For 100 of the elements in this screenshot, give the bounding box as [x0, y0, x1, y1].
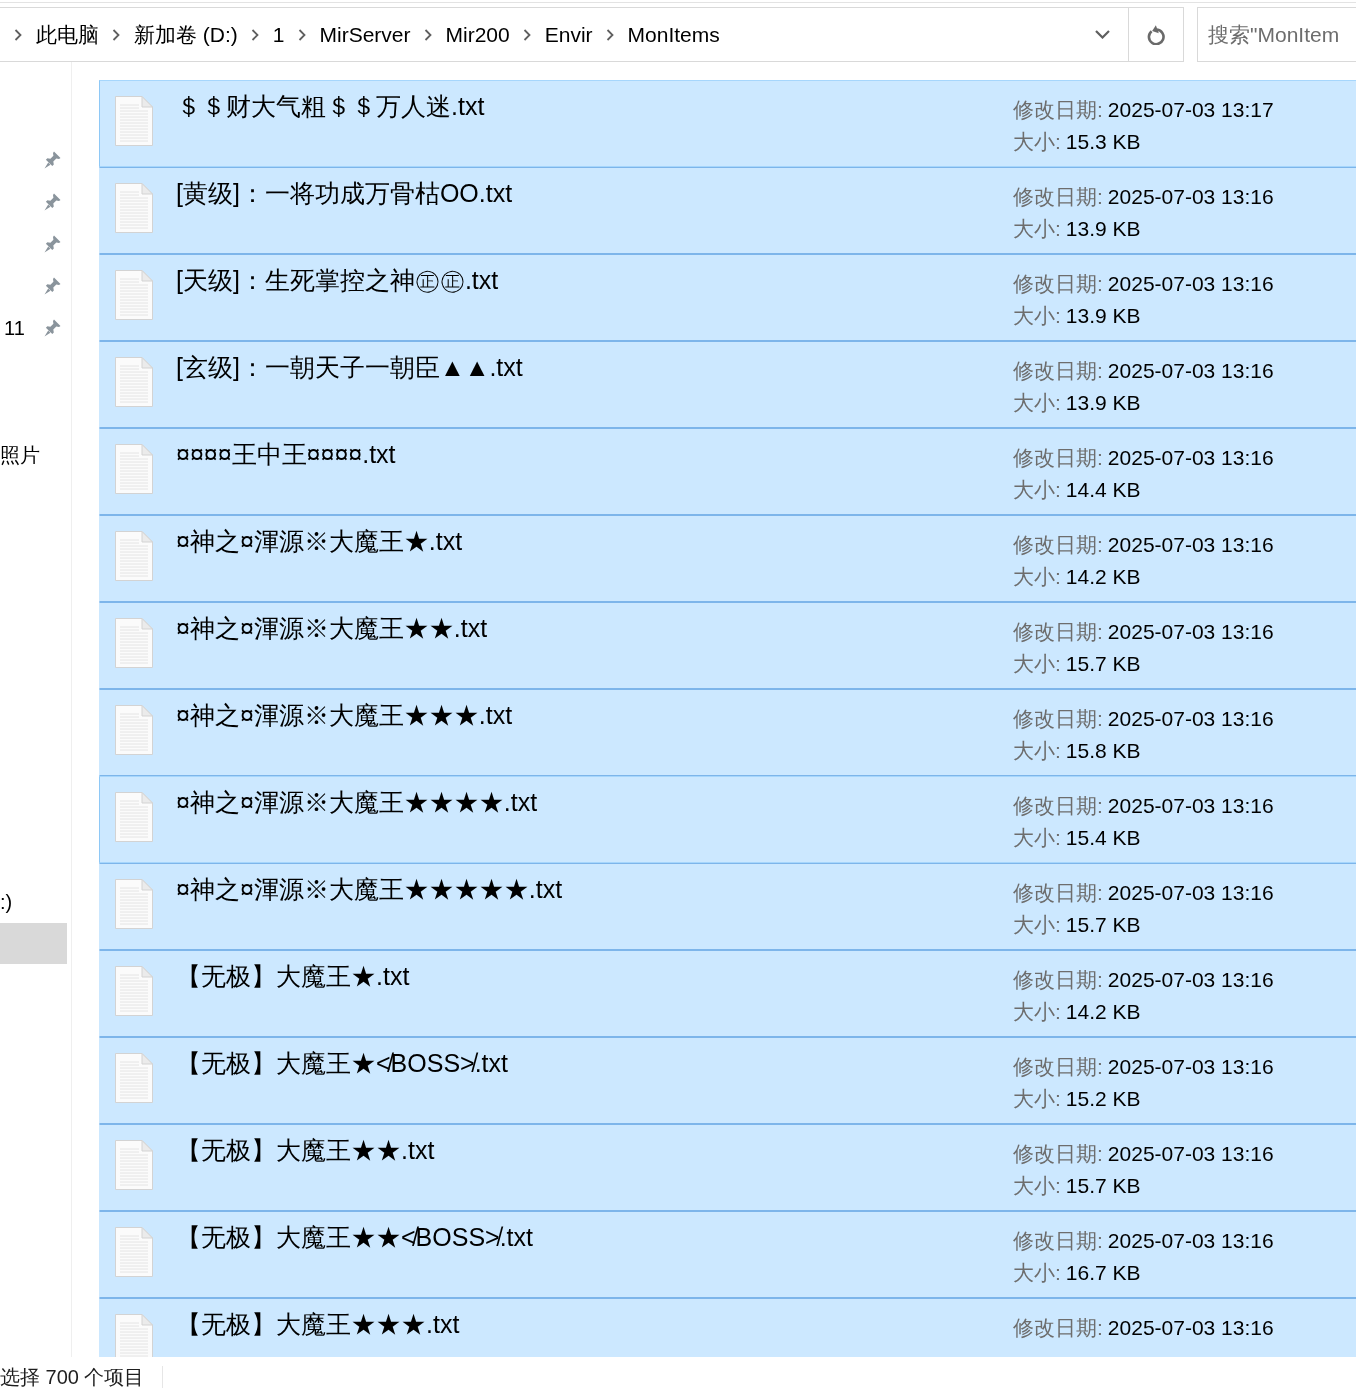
document-icon [115, 966, 153, 1016]
size-label: 大小: [1013, 304, 1061, 327]
file-size: 16.7 KB [1065, 1261, 1141, 1284]
breadcrumb[interactable]: 1 [272, 20, 285, 49]
file-name: 【无极】大魔王★★★.txt [176, 1310, 460, 1338]
chevron-right-icon[interactable] [297, 28, 306, 41]
size-label: 大小: [1013, 652, 1061, 675]
pin-icon[interactable] [44, 319, 61, 337]
modified-date: 2025-07-03 13:16 [1107, 359, 1274, 382]
size-label: 大小: [1013, 1000, 1061, 1023]
file-size: 14.2 KB [1065, 1000, 1141, 1023]
file-item[interactable]: [黄级]：一将功成万骨枯OO.txt 修改日期: 2025-07-03 13:16 大小: 13.9 KB [99, 167, 1356, 254]
modified-label: 修改日期: [1013, 1055, 1103, 1078]
modified-date: 2025-07-03 13:16 [1107, 794, 1274, 817]
modified-label: 修改日期: [1013, 794, 1103, 817]
size-label: 大小: [1013, 1087, 1061, 1110]
file-item[interactable]: 【无极】大魔王★★≮BOSS≯.txt 修改日期: 2025-07-03 13:16 大小: 16.7 KB [99, 1211, 1356, 1298]
document-icon [115, 1140, 153, 1190]
breadcrumb[interactable]: Envir [544, 20, 593, 49]
file-item[interactable]: 【无极】大魔王★.txt 修改日期: 2025-07-03 13:16 大小: 14.2 KB [99, 950, 1356, 1037]
file-item[interactable]: ＄＄财大气粗＄＄万人迷.txt 修改日期: 2025-07-03 13:17 大小: 15.3 KB [99, 80, 1356, 167]
modified-label: 修改日期: [1013, 533, 1103, 556]
size-label: 大小: [1013, 1261, 1061, 1284]
chevron-down-icon[interactable] [1095, 30, 1110, 39]
modified-label: 修改日期: [1013, 185, 1103, 208]
file-name: ¤神之¤渾源※大魔王★★.txt [176, 614, 488, 642]
file-name: ¤神之¤渾源※大魔王★★★★.txt [176, 788, 538, 816]
document-icon [115, 1227, 153, 1277]
modified-date: 2025-07-03 13:16 [1107, 881, 1274, 904]
file-size: 15.4 KB [1065, 826, 1141, 849]
chevron-right-icon[interactable] [423, 28, 432, 41]
size-label: 大小: [1013, 565, 1061, 588]
chevron-right-icon[interactable] [605, 28, 614, 41]
file-size: 15.3 KB [1065, 130, 1141, 153]
chevron-right-icon[interactable] [522, 28, 531, 41]
file-size: 15.8 KB [1065, 739, 1141, 762]
file-name: [天级]：生死掌控之神㊣㊣.txt [176, 266, 499, 294]
file-item[interactable]: [天级]：生死掌控之神㊣㊣.txt 修改日期: 2025-07-03 13:16 大小: 13.9 KB [99, 254, 1356, 341]
refresh-button[interactable] [1129, 7, 1184, 62]
modified-label: 修改日期: [1013, 446, 1103, 469]
size-label: 大小: [1013, 913, 1061, 936]
document-icon [115, 357, 153, 407]
chevron-right-icon[interactable] [250, 28, 259, 41]
modified-label: 修改日期: [1013, 707, 1103, 730]
pin-icon[interactable] [44, 151, 61, 169]
file-item[interactable]: ¤神之¤渾源※大魔王★★★.txt 修改日期: 2025-07-03 13:16 大小: 15.8 KB [99, 689, 1356, 776]
pin-icon[interactable] [44, 193, 61, 211]
file-item[interactable]: ¤神之¤渾源※大魔王★.txt 修改日期: 2025-07-03 13:16 大小: 14.2 KB [99, 515, 1356, 602]
breadcrumb[interactable]: 新加卷 (D:) [134, 20, 238, 49]
document-icon [115, 444, 153, 494]
file-item[interactable]: ¤神之¤渾源※大魔王★★★★.txt 修改日期: 2025-07-03 13:16 大小: 15.4 KB [99, 776, 1356, 863]
document-icon [115, 270, 153, 320]
document-icon [115, 96, 153, 146]
modified-date: 2025-07-03 13:16 [1107, 185, 1274, 208]
chevron-right-icon[interactable] [14, 28, 22, 41]
file-name: ¤神之¤渾源※大魔王★★★.txt [176, 701, 513, 729]
search-field[interactable]: 搜索"MonItem [1197, 7, 1356, 62]
document-icon [115, 705, 153, 755]
file-item[interactable]: 【无极】大魔王★★.txt 修改日期: 2025-07-03 13:16 大小: 15.7 KB [99, 1124, 1356, 1211]
file-item[interactable]: ¤神之¤渾源※大魔王★★.txt 修改日期: 2025-07-03 13:16 大小: 15.7 KB [99, 602, 1356, 689]
address-bar[interactable]: 此电脑 新加卷 (D:) 1 MirServer Mir200 Envir MonItems [0, 7, 1129, 62]
file-item[interactable]: ¤神之¤渾源※大魔王★★★★★.txt 修改日期: 2025-07-03 13:16 大小: 15.7 KB [99, 863, 1356, 950]
file-size: 15.7 KB [1065, 1174, 1141, 1197]
modified-date: 2025-07-03 13:16 [1107, 1142, 1274, 1165]
modified-date: 2025-07-03 13:17 [1107, 98, 1274, 121]
file-size: 13.9 KB [1065, 304, 1141, 327]
modified-label: 修改日期: [1013, 881, 1103, 904]
document-icon [115, 531, 153, 581]
nav-item-label[interactable]: :) [0, 889, 13, 915]
file-item[interactable]: 【无极】大魔王★★★.txt 修改日期: 2025-07-03 13:16 [99, 1298, 1356, 1357]
modified-date: 2025-07-03 13:16 [1107, 968, 1274, 991]
nav-item-label[interactable]: 11 [4, 315, 25, 341]
modified-date: 2025-07-03 13:16 [1107, 1229, 1274, 1252]
file-size: 14.2 KB [1065, 565, 1141, 588]
file-name: ¤神之¤渾源※大魔王★★★★★.txt [176, 875, 563, 903]
breadcrumb[interactable]: Mir200 [445, 20, 510, 49]
file-name: ＄＄财大气粗＄＄万人迷.txt [176, 92, 485, 120]
file-name: 【无极】大魔王★.txt [176, 962, 410, 990]
nav-item-label[interactable]: 照片 [0, 442, 40, 468]
file-name: ¤神之¤渾源※大魔王★.txt [176, 527, 463, 555]
document-icon [115, 618, 153, 668]
modified-date: 2025-07-03 13:16 [1107, 533, 1274, 556]
breadcrumb[interactable]: 此电脑 [36, 20, 99, 49]
pin-icon[interactable] [44, 235, 61, 253]
file-size: 13.9 KB [1065, 217, 1141, 240]
file-size: 14.4 KB [1065, 478, 1141, 501]
status-text: 选择 700 个项目 [0, 1365, 145, 1390]
modified-date: 2025-07-03 13:16 [1107, 1316, 1274, 1339]
size-label: 大小: [1013, 130, 1061, 153]
file-item[interactable]: [玄级]：一朝天子一朝臣▲▲.txt 修改日期: 2025-07-03 13:16 大小: 13.9 KB [99, 341, 1356, 428]
refresh-icon [1146, 24, 1166, 45]
breadcrumb[interactable]: MonItems [627, 20, 720, 49]
modified-date: 2025-07-03 13:16 [1107, 1055, 1274, 1078]
file-name: 【无极】大魔王★≮BOSS≯.txt [176, 1049, 508, 1077]
breadcrumb[interactable]: MirServer [319, 20, 411, 49]
pin-icon[interactable] [44, 277, 61, 295]
chevron-right-icon[interactable] [112, 28, 120, 41]
file-item[interactable]: 【无极】大魔王★≮BOSS≯.txt 修改日期: 2025-07-03 13:16 大小: 15.2 KB [99, 1037, 1356, 1124]
document-icon [115, 792, 153, 842]
file-item[interactable]: ¤¤¤¤王中王¤¤¤¤.txt 修改日期: 2025-07-03 13:16 大小: 14.4 KB [99, 428, 1356, 515]
